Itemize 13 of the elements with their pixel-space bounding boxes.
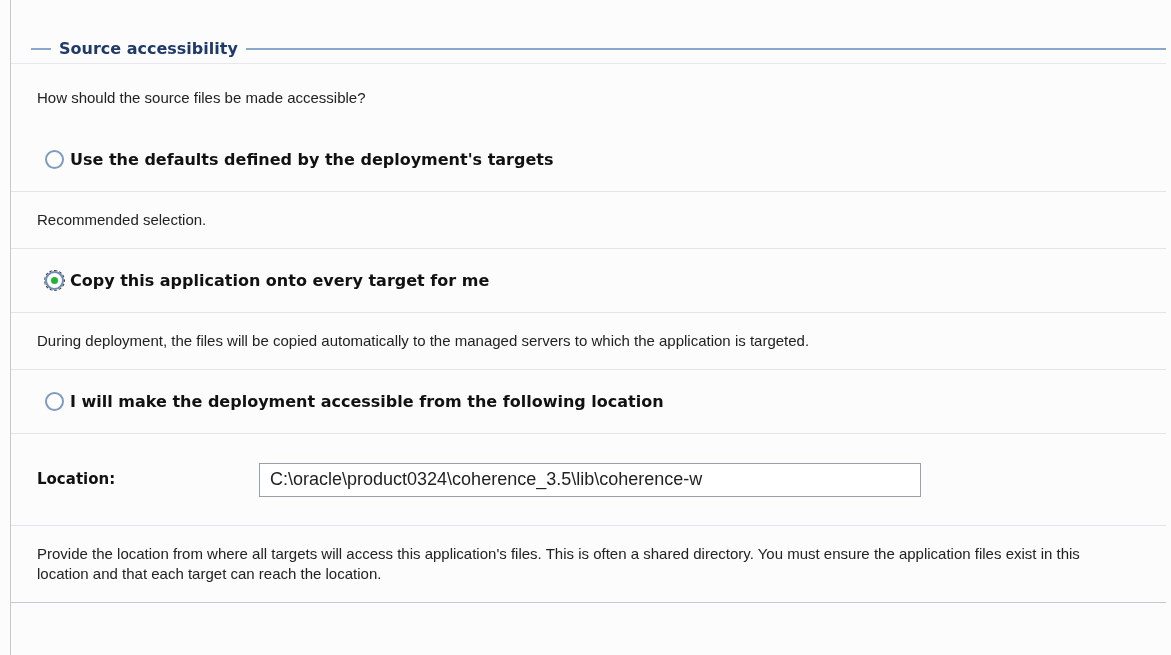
prompt-text: How should the source files be made accessible? — [37, 89, 366, 106]
radio-button[interactable] — [45, 150, 64, 169]
location-field[interactable]: C:\oracle\product0324\coherence_3.5\lib\coherence-w — [259, 462, 921, 497]
option-label[interactable]: Copy this application onto every target for me — [70, 268, 490, 293]
description-text: Recommended selection. — [37, 210, 208, 230]
section-title: Source accessibility — [59, 37, 238, 60]
field-label: Location: — [37, 469, 117, 491]
radio-button[interactable] — [45, 392, 64, 411]
description-text: Provide the location from where all targets will access this application's files. This is often a shared directory. You must ensure the application files exist in this location and that each target can reach the location. — [37, 544, 1081, 584]
option-label[interactable]: I will make the deployment accessible from the following location — [70, 389, 664, 414]
description-text: During deployment, the files will be copied automatically to the managed servers to which the application is targeted. — [37, 331, 811, 351]
option-label[interactable]: Use the defaults defined by the deployment's targets — [70, 147, 554, 172]
radio-button[interactable] — [45, 271, 64, 290]
